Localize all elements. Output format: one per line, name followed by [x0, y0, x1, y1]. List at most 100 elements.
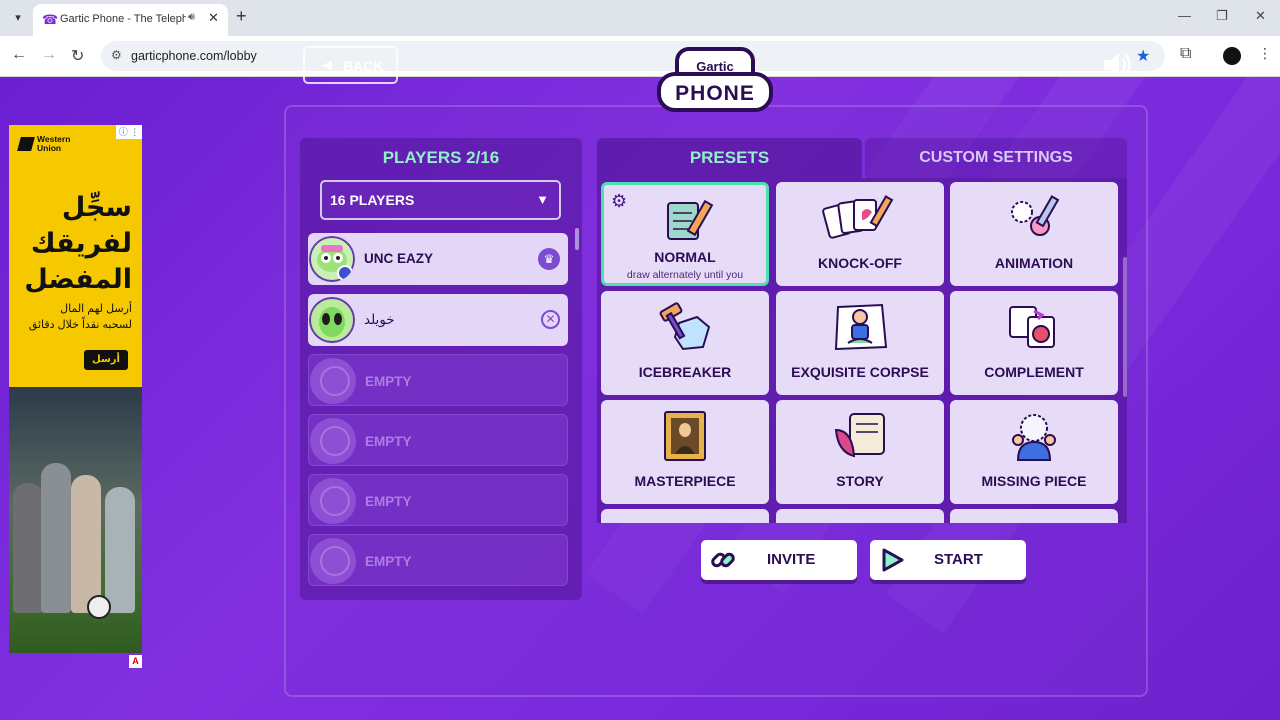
back-triangle-icon: ◀ — [322, 57, 332, 72]
ad-brand: Western Union — [37, 134, 71, 153]
preset-label: STORY — [836, 473, 884, 489]
gartic-phone-logo: Gartic PHONE — [655, 45, 775, 123]
crown-icon: ♛ — [538, 248, 560, 270]
gear-icon[interactable]: ⚙ — [611, 191, 627, 212]
logo-bottom: PHONE — [657, 72, 773, 112]
preset-card-normal[interactable]: ⚙ NORMAL draw alternately until you — [601, 182, 769, 286]
ad-headline-line: لفريقك — [30, 228, 132, 258]
player-row-empty: EMPTY — [308, 534, 568, 586]
reload-icon[interactable]: ↻ — [71, 46, 84, 66]
back-label: BACK — [343, 58, 384, 74]
tab-custom-settings[interactable]: CUSTOM SETTINGS — [865, 138, 1127, 178]
chevron-down-icon: ▼ — [536, 192, 549, 207]
soccer-ball-icon — [87, 595, 111, 619]
logo-bottom-text: PHONE — [675, 82, 755, 105]
preset-label: ICEBREAKER — [638, 364, 732, 380]
ad-headline: سجِّل لفريقك المفضل — [17, 189, 132, 297]
ad-badge[interactable]: A — [129, 655, 142, 668]
phone-icon: ☎ — [42, 12, 59, 27]
start-button[interactable]: START — [870, 540, 1026, 580]
presets-scrollbar[interactable] — [1123, 257, 1127, 397]
preset-subtitle: draw alternately until you — [626, 269, 744, 281]
ad-banner[interactable]: Western Union ⓘ ⋮ سجِّل لفريقك المفضل أر… — [9, 125, 142, 653]
kick-player-icon[interactable]: ✕ — [541, 310, 560, 329]
preset-label: ANIMATION — [994, 255, 1074, 271]
preset-card-animation[interactable]: ANIMATION — [950, 182, 1118, 286]
ad-info-icon[interactable]: ⓘ ⋮ — [116, 125, 142, 139]
players-title: PLAYERS 2/16 — [382, 148, 500, 167]
plus-icon[interactable]: + — [236, 6, 247, 27]
preset-card-complement[interactable]: COMPLEMENT — [950, 291, 1118, 395]
link-icon — [711, 552, 735, 568]
invite-button[interactable]: INVITE — [701, 540, 857, 580]
menu-icon[interactable]: ⋮ — [1258, 45, 1272, 62]
preset-card-knock-off[interactable]: KNOCK-OFF — [776, 182, 944, 286]
preset-label: COMPLEMENT — [984, 364, 1084, 380]
empty-avatar-icon — [310, 358, 356, 404]
ad-headline-line: المفضل — [24, 264, 132, 294]
animation-icon — [1011, 195, 1060, 236]
url-text[interactable]: garticphone.com/lobby — [131, 49, 257, 63]
profile-avatar[interactable] — [1223, 47, 1241, 65]
exquisite-corpse-icon — [834, 303, 888, 351]
player-avatar — [309, 236, 355, 282]
window-close-icon[interactable]: ✕ — [1255, 8, 1266, 24]
max-players-select[interactable]: 16 PLAYERS ▼ — [320, 180, 561, 220]
player-name: EMPTY — [365, 434, 412, 449]
ad-photo — [9, 387, 142, 653]
ad-person — [41, 463, 71, 613]
ad-headline-line: سجِّل — [61, 192, 132, 222]
player-row-empty: EMPTY — [308, 414, 568, 466]
player-name: EMPTY — [365, 374, 412, 389]
missing-piece-icon — [1012, 414, 1056, 461]
ad-person — [71, 475, 101, 613]
preset-card-partial[interactable] — [601, 509, 769, 523]
forward-arrow-icon[interactable]: → — [41, 46, 57, 64]
play-icon — [882, 548, 904, 572]
ad-subtext: أرسل لهم المال لسحبه نقداً خلال دقائق — [17, 301, 132, 333]
preset-card-partial[interactable] — [776, 509, 944, 523]
browser-toolbar: ← → ↻ ⚙ garticphone.com/lobby ★ ⧉ ⋮ — [0, 36, 1280, 77]
ice-hammer-icon — [659, 302, 711, 351]
close-icon[interactable]: ✕ — [208, 10, 219, 26]
player-avatar — [309, 297, 355, 343]
start-label: START — [934, 551, 983, 568]
restore-icon[interactable]: ❐ — [1216, 8, 1228, 24]
preset-card-exquisite-corpse[interactable]: EXQUISITE CORPSE — [776, 291, 944, 395]
back-arrow-icon[interactable]: ← — [11, 46, 27, 64]
notepad-pencil-icon — [667, 199, 714, 240]
preset-label: KNOCK-OFF — [818, 255, 902, 271]
players-scrollbar[interactable] — [575, 228, 579, 250]
scroll-quill-icon — [834, 413, 885, 458]
presets-grid: ⚙ NORMAL draw alternately until you KNOC… — [597, 178, 1127, 523]
preset-card-missing-piece[interactable]: MISSING PIECE — [950, 400, 1118, 504]
site-info-icon[interactable]: ⚙ — [111, 48, 122, 62]
player-row-empty: EMPTY — [308, 474, 568, 526]
empty-avatar-icon — [310, 478, 356, 524]
minimize-icon[interactable]: — — [1178, 8, 1191, 23]
browser-tabstrip: ▾ ☎ Gartic Phone - The Telephone Game 🔊︎… — [0, 0, 1280, 36]
preset-label: MASTERPIECE — [634, 473, 736, 489]
settings-panel: PRESETS CUSTOM SETTINGS ⚙ NORMAL draw al… — [597, 138, 1127, 600]
back-button[interactable]: ◀ BACK — [303, 46, 398, 84]
address-bar[interactable]: ⚙ garticphone.com/lobby ★ — [101, 41, 1165, 71]
bookmark-star-icon[interactable]: ★ — [1136, 46, 1150, 66]
preset-card-masterpiece[interactable]: MASTERPIECE — [601, 400, 769, 504]
player-name: EMPTY — [365, 554, 412, 569]
preset-label: EXQUISITE CORPSE — [791, 364, 929, 380]
preset-card-story[interactable]: STORY — [776, 400, 944, 504]
ad-subtext-line: أرسل لهم المال — [60, 303, 132, 315]
ad-person — [13, 483, 43, 613]
tab-search-icon[interactable]: ▾ — [8, 8, 28, 28]
browser-tab[interactable]: ☎ Gartic Phone - The Telephone Game 🔊︎ ✕ — [33, 4, 228, 36]
western-union-logo-icon — [17, 137, 35, 151]
volume-icon[interactable] — [1102, 50, 1134, 80]
ad-cta-button[interactable]: أرسل — [84, 350, 128, 370]
speaker-icon[interactable]: 🔊︎ — [188, 11, 195, 24]
extensions-icon[interactable]: ⧉ — [1180, 45, 1191, 63]
preset-card-partial[interactable] — [950, 509, 1118, 523]
preset-card-icebreaker[interactable]: ICEBREAKER — [601, 291, 769, 395]
tab-presets[interactable]: PRESETS — [597, 138, 862, 178]
player-row-empty: EMPTY — [308, 354, 568, 406]
player-name: EMPTY — [365, 494, 412, 509]
